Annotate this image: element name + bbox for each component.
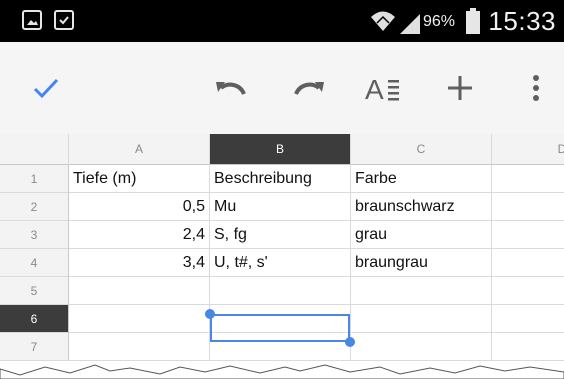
cell-c2[interactable]: braunschwarz: [351, 193, 492, 221]
cell-c4[interactable]: braungrau: [351, 249, 492, 277]
battery-icon: [466, 8, 480, 34]
cell-a4[interactable]: 3,4: [69, 249, 210, 277]
cell-c5[interactable]: [351, 277, 492, 305]
cell-a5[interactable]: [69, 277, 210, 305]
cell-d1[interactable]: [492, 165, 564, 193]
spreadsheet-grid: A B C D 1 2 3 4 5 6 7 Tiefe (m) Beschrei…: [0, 134, 564, 379]
cell-a1[interactable]: Tiefe (m): [69, 165, 210, 193]
save-icon: [54, 10, 74, 30]
cell-d2[interactable]: [492, 193, 564, 221]
row-header-5[interactable]: 5: [0, 277, 69, 305]
cell-c3[interactable]: grau: [351, 221, 492, 249]
cell-b1[interactable]: Beschreibung: [210, 165, 351, 193]
torn-edge-decoration: [0, 364, 564, 379]
cell-d3[interactable]: [492, 221, 564, 249]
done-button[interactable]: [22, 64, 70, 112]
redo-icon: [294, 82, 324, 95]
cell-b2[interactable]: Mu: [210, 193, 351, 221]
column-header-d[interactable]: D: [492, 134, 564, 165]
svg-text:A: A: [365, 74, 384, 105]
more-options-button[interactable]: [512, 64, 560, 112]
cell-d5[interactable]: [492, 277, 564, 305]
undo-icon: [216, 82, 246, 95]
row-header-3[interactable]: 3: [0, 221, 69, 249]
text-format-button[interactable]: A: [360, 64, 408, 112]
cell-d4[interactable]: [492, 249, 564, 277]
column-header-a[interactable]: A: [69, 134, 210, 165]
row-header-4[interactable]: 4: [0, 249, 69, 277]
cell-a3[interactable]: 2,4: [69, 221, 210, 249]
selection-handle-bottom-right[interactable]: [345, 337, 355, 347]
more-vert-icon: [533, 75, 539, 101]
text-format-icon: A: [365, 74, 399, 105]
wifi-icon: [371, 11, 395, 31]
selection-handle-top-left[interactable]: [205, 309, 215, 319]
cell-selection-outline: [210, 314, 350, 342]
clock: 15:33: [488, 6, 556, 36]
cell-b5[interactable]: [210, 277, 351, 305]
check-icon: [33, 78, 59, 99]
row-header-2[interactable]: 2: [0, 193, 69, 221]
editor-toolbar: A: [0, 42, 564, 135]
cell-d6[interactable]: [492, 305, 564, 333]
insert-button[interactable]: [436, 64, 484, 112]
redo-button[interactable]: [284, 64, 332, 112]
cell-a6[interactable]: [69, 305, 210, 333]
cell-b4[interactable]: U, t#, s': [210, 249, 351, 277]
cell-c1[interactable]: Farbe: [351, 165, 492, 193]
cell-c6[interactable]: [351, 305, 492, 333]
status-bar: 96% 15:33: [0, 0, 564, 42]
image-icon: [22, 10, 42, 30]
column-header-b[interactable]: B: [210, 134, 351, 165]
row-header-6[interactable]: 6: [0, 305, 69, 333]
battery-percent: 96%: [423, 13, 456, 30]
cell-a2[interactable]: 0,5: [69, 193, 210, 221]
column-header-c[interactable]: C: [351, 134, 492, 165]
select-all-corner[interactable]: [0, 134, 69, 165]
row-header-1[interactable]: 1: [0, 165, 69, 193]
undo-button[interactable]: [208, 64, 256, 112]
add-icon: [448, 76, 472, 100]
signal-icon: [400, 14, 420, 34]
cell-b3[interactable]: S, fg: [210, 221, 351, 249]
